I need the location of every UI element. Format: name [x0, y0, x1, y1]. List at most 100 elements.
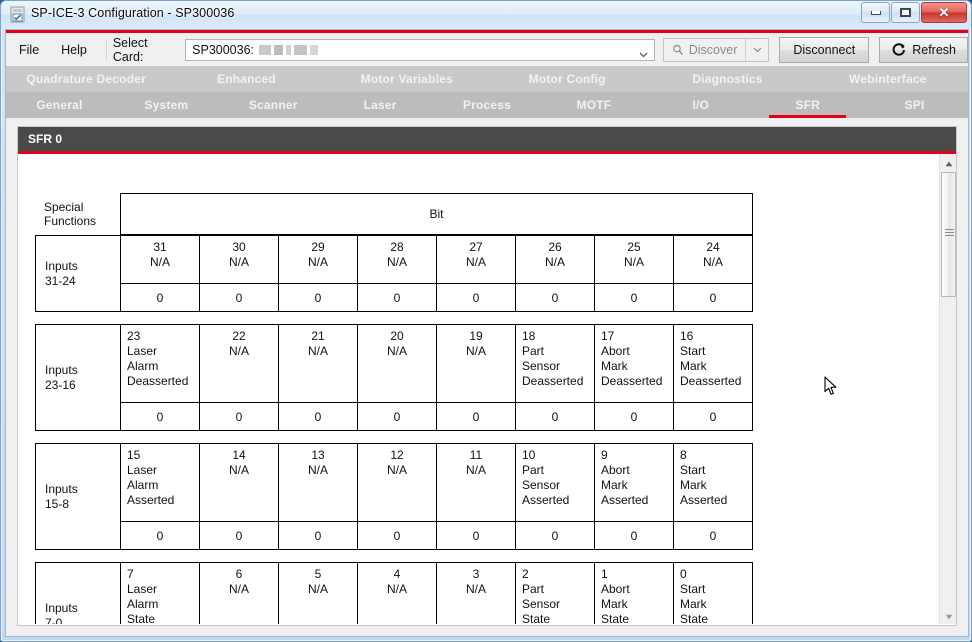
discover-dropdown-button[interactable]	[746, 39, 768, 61]
tab-motor-variables[interactable]: Motor Variables	[327, 66, 487, 92]
bit-description-row: 15LaserAlarmAsserted14N/A13N/A12N/A11N/A…	[120, 443, 753, 521]
bit-value-cell[interactable]: 0	[120, 521, 200, 550]
scroll-down-button[interactable]	[940, 607, 957, 624]
bit-value-cell[interactable]: 0	[200, 283, 279, 312]
bit-value-cell[interactable]: 0	[358, 283, 437, 312]
bit-value-cell[interactable]: 0	[516, 402, 595, 431]
tab-row-primary: Quadrature Decoder Enhanced Motor Variab…	[6, 66, 968, 92]
bit-description-line: N/A	[285, 463, 351, 478]
bit-value-cell[interactable]: 0	[358, 402, 437, 431]
scroll-up-button[interactable]	[940, 154, 957, 171]
tab-scanner[interactable]: Scanner	[220, 92, 327, 118]
input-group-grid: 31N/A30N/A29N/A28N/A27N/A26N/A25N/A24N/A…	[120, 235, 753, 312]
maximize-button[interactable]	[891, 2, 920, 23]
tab-system[interactable]: System	[113, 92, 220, 118]
bit-value: 0	[157, 529, 164, 543]
bit-value-cell[interactable]: 0	[200, 402, 279, 431]
bit-number: 17	[601, 329, 667, 344]
bit-value-cell[interactable]: 0	[279, 402, 358, 431]
bit-description-line: State	[680, 612, 746, 624]
select-card-value: SP300036:	[192, 43, 321, 57]
tab-sfr[interactable]: SFR	[754, 92, 861, 118]
bit-description-line: Mark	[680, 359, 746, 374]
sfr-panel: SFR 0 Special Functions Bit Inputs31-243…	[17, 126, 957, 626]
bit-number: 26	[522, 240, 588, 255]
bit-description-line: Abort	[601, 344, 667, 359]
menu-item-file[interactable]: File	[10, 40, 48, 60]
bit-description-line: Mark	[680, 478, 746, 493]
tab-webinterface[interactable]: Webinterface	[808, 66, 968, 92]
tab-diagnostics[interactable]: Diagnostics	[647, 66, 807, 92]
tab-process[interactable]: Process	[434, 92, 541, 118]
bit-value-cell[interactable]: 0	[674, 283, 753, 312]
bit-value-cell[interactable]: 0	[200, 521, 279, 550]
tab-general[interactable]: General	[6, 92, 113, 118]
bit-cell: 29N/A	[279, 235, 358, 283]
bit-description-line: Deasserted	[601, 374, 667, 389]
bit-value-cell[interactable]: 0	[120, 402, 200, 431]
input-group-label: Inputs15-8	[35, 443, 120, 550]
discover-button[interactable]: Discover	[664, 39, 746, 61]
disconnect-label: Disconnect	[793, 43, 855, 57]
scrollbar-thumb[interactable]	[941, 172, 956, 297]
bit-value-cell[interactable]: 0	[358, 521, 437, 550]
special-functions-label: Special Functions	[35, 193, 120, 235]
application-window: SP-ICE-3 Configuration - SP300036 ✕ File…	[0, 0, 972, 642]
tab-quadrature-decoder[interactable]: Quadrature Decoder	[6, 66, 166, 92]
bit-value-cell[interactable]: 0	[674, 521, 753, 550]
input-group-label: Inputs7-0	[35, 562, 120, 624]
bit-number: 23	[127, 329, 193, 344]
bit-cell: 16StartMarkDeasserted	[674, 324, 753, 402]
bit-value-cell[interactable]: 0	[279, 521, 358, 550]
bit-value-cell[interactable]: 0	[120, 283, 200, 312]
bit-description-line: N/A	[206, 582, 272, 597]
bit-description-line: Abort	[601, 463, 667, 478]
input-group-label: Inputs31-24	[35, 235, 120, 312]
bit-value: 0	[394, 529, 401, 543]
bit-description-row: 23LaserAlarmDeasserted22N/A21N/A20N/A19N…	[120, 324, 753, 402]
bit-value-cell[interactable]: 0	[437, 521, 516, 550]
bit-number: 1	[601, 567, 667, 582]
bit-cell: 11N/A	[437, 443, 516, 521]
close-button[interactable]: ✕	[921, 2, 967, 23]
tab-spi[interactable]: SPI	[861, 92, 968, 118]
toolbar-separator	[106, 39, 107, 61]
input-group-grid: 15LaserAlarmAsserted14N/A13N/A12N/A11N/A…	[120, 443, 753, 550]
bit-value-cell[interactable]: 0	[516, 521, 595, 550]
bit-cell: 3N/A	[437, 562, 516, 624]
bit-value-cell[interactable]: 0	[279, 283, 358, 312]
tab-io[interactable]: I/O	[647, 92, 754, 118]
discover-split-button[interactable]: Discover	[663, 38, 770, 62]
bit-value-cell[interactable]: 0	[674, 402, 753, 431]
tab-motor-config[interactable]: Motor Config	[487, 66, 647, 92]
bit-description-line: Start	[680, 344, 746, 359]
refresh-button[interactable]: Refresh	[879, 37, 968, 63]
bit-cell: 4N/A	[358, 562, 437, 624]
bit-number: 10	[522, 448, 588, 463]
disconnect-button[interactable]: Disconnect	[779, 37, 869, 63]
tab-laser[interactable]: Laser	[327, 92, 434, 118]
bit-cell: 14N/A	[200, 443, 279, 521]
bit-description-line: N/A	[206, 255, 272, 270]
bit-value-cell[interactable]: 0	[595, 283, 674, 312]
minimize-button[interactable]	[861, 2, 890, 23]
input-group-label-text: Inputs23-16	[45, 363, 78, 393]
bit-description-line: Asserted	[680, 493, 746, 508]
vertical-scrollbar[interactable]	[939, 154, 956, 624]
bit-value-cell[interactable]: 0	[437, 283, 516, 312]
bit-value-cell[interactable]: 0	[437, 402, 516, 431]
menu-item-help[interactable]: Help	[52, 40, 96, 60]
select-card-combobox[interactable]: SP300036:	[185, 39, 655, 61]
bit-value-cell[interactable]: 0	[595, 521, 674, 550]
bit-value-cell[interactable]: 0	[516, 283, 595, 312]
bit-number: 20	[364, 329, 430, 344]
bit-cell: 18PartSensorDeasserted	[516, 324, 595, 402]
tab-motf[interactable]: MOTF	[540, 92, 647, 118]
tab-enhanced[interactable]: Enhanced	[166, 66, 326, 92]
search-icon	[672, 44, 684, 56]
bit-cell: 12N/A	[358, 443, 437, 521]
bit-value-cell[interactable]: 0	[595, 402, 674, 431]
bit-number: 27	[443, 240, 509, 255]
bit-cell: 15LaserAlarmAsserted	[120, 443, 200, 521]
panel-title: SFR 0	[28, 132, 62, 146]
